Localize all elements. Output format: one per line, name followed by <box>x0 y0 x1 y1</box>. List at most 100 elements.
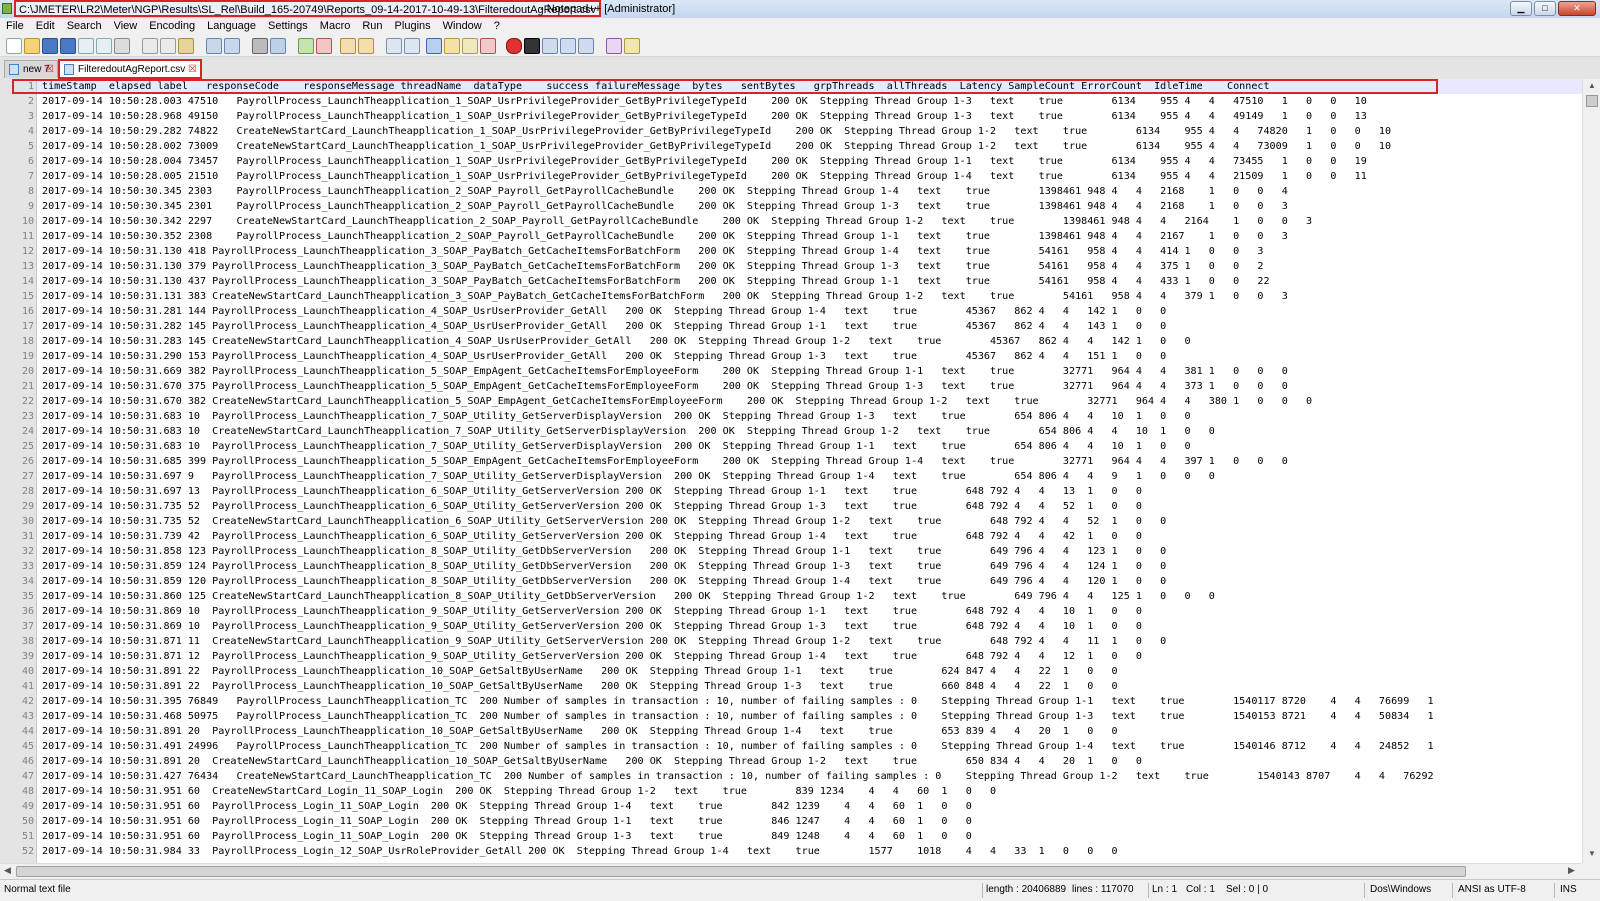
csv-data-line[interactable]: 2017-09-14 10:50:31.131 383 CreateNewSta… <box>42 289 1288 304</box>
csv-data-line[interactable]: 2017-09-14 10:50:31.130 379 PayrollProce… <box>42 259 1263 274</box>
csv-data-line[interactable]: 2017-09-14 10:50:31.869 10 PayrollProces… <box>42 604 1142 619</box>
menu-view[interactable]: View <box>108 18 144 34</box>
csv-data-line[interactable]: 2017-09-14 10:50:31.669 382 PayrollProce… <box>42 364 1288 379</box>
csv-data-line[interactable]: 2017-09-14 10:50:31.859 120 PayrollProce… <box>42 574 1166 589</box>
tab-close-icon[interactable]: ☒ <box>45 61 54 78</box>
menu-language[interactable]: Language <box>201 18 262 34</box>
csv-data-line[interactable]: 2017-09-14 10:50:30.342 2297 CreateNewSt… <box>42 214 1312 229</box>
new-file-icon[interactable] <box>6 38 22 54</box>
zoom-in-icon[interactable] <box>298 38 314 54</box>
csv-data-line[interactable]: 2017-09-14 10:50:31.951 60 PayrollProces… <box>42 799 972 814</box>
csv-data-line[interactable]: 2017-09-14 10:50:31.395 76849 PayrollPro… <box>42 694 1434 709</box>
csv-data-line[interactable]: 2017-09-14 10:50:31.984 33 PayrollProces… <box>42 844 1118 859</box>
csv-data-line[interactable]: 2017-09-14 10:50:31.282 145 PayrollProce… <box>42 319 1166 334</box>
sync-horizontal-icon[interactable] <box>358 38 374 54</box>
scroll-left-icon[interactable]: ◀ <box>4 865 11 876</box>
copy-icon[interactable] <box>160 38 176 54</box>
record-macro-icon[interactable] <box>506 38 522 54</box>
csv-data-line[interactable]: 2017-09-14 10:50:31.685 399 PayrollProce… <box>42 454 1288 469</box>
plugin-icon[interactable] <box>624 38 640 54</box>
print-icon[interactable] <box>114 38 130 54</box>
csv-data-line[interactable]: 2017-09-14 10:50:31.735 52 PayrollProces… <box>42 499 1142 514</box>
csv-data-line[interactable]: 2017-09-14 10:50:31.891 20 PayrollProces… <box>42 724 1118 739</box>
undo-icon[interactable] <box>206 38 222 54</box>
csv-data-line[interactable]: 2017-09-14 10:50:28.004 73457 PayrollPro… <box>42 154 1367 169</box>
maximize-button[interactable]: □ <box>1534 1 1556 16</box>
doc-map-icon[interactable] <box>462 38 478 54</box>
csv-data-line[interactable]: 2017-09-14 10:50:31.860 125 CreateNewSta… <box>42 589 1215 604</box>
csv-data-line[interactable]: 2017-09-14 10:50:31.683 10 CreateNewStar… <box>42 424 1215 439</box>
show-all-chars-icon[interactable] <box>404 38 420 54</box>
zoom-out-icon[interactable] <box>316 38 332 54</box>
csv-header-line[interactable]: timeStamp elapsed label responseCode res… <box>42 79 1270 94</box>
csv-data-line[interactable]: 2017-09-14 10:50:29.282 74822 CreateNewS… <box>42 124 1391 139</box>
vertical-scroll-thumb[interactable] <box>1586 95 1598 107</box>
function-list-icon[interactable] <box>480 38 496 54</box>
csv-data-line[interactable]: 2017-09-14 10:50:31.739 42 PayrollProces… <box>42 529 1142 544</box>
vertical-scrollbar[interactable]: ▲ ▼ <box>1582 79 1600 863</box>
run-macro-multiple-icon[interactable] <box>560 38 576 54</box>
menu-run[interactable]: Run <box>356 18 388 34</box>
csv-data-line[interactable]: 2017-09-14 10:50:31.683 10 PayrollProces… <box>42 439 1191 454</box>
save-macro-icon[interactable] <box>578 38 594 54</box>
word-wrap-icon[interactable] <box>386 38 402 54</box>
menu-encoding[interactable]: Encoding <box>143 18 201 34</box>
language-icon[interactable] <box>444 38 460 54</box>
csv-data-line[interactable]: 2017-09-14 10:50:28.005 21510 PayrollPro… <box>42 169 1367 184</box>
close-file-icon[interactable] <box>78 38 94 54</box>
menu-settings[interactable]: Settings <box>262 18 314 34</box>
menu-window[interactable]: Window <box>437 18 488 34</box>
horizontal-scroll-thumb[interactable] <box>16 866 1466 877</box>
csv-data-line[interactable]: 2017-09-14 10:50:28.002 73009 CreateNewS… <box>42 139 1391 154</box>
csv-data-line[interactable]: 2017-09-14 10:50:31.891 22 PayrollProces… <box>42 679 1118 694</box>
csv-data-line[interactable]: 2017-09-14 10:50:31.683 10 PayrollProces… <box>42 409 1191 424</box>
menu-edit[interactable]: Edit <box>30 18 61 34</box>
csv-data-line[interactable]: 2017-09-14 10:50:30.345 2303 PayrollProc… <box>42 184 1288 199</box>
stop-macro-icon[interactable] <box>524 38 540 54</box>
minimize-button[interactable]: ▁ <box>1510 1 1532 16</box>
csv-data-line[interactable]: 2017-09-14 10:50:31.951 60 PayrollProces… <box>42 814 972 829</box>
close-button[interactable]: ✕ <box>1558 1 1596 16</box>
csv-data-line[interactable]: 2017-09-14 10:50:31.130 437 PayrollProce… <box>42 274 1270 289</box>
menu-macro[interactable]: Macro <box>314 18 357 34</box>
scroll-right-icon[interactable]: ▶ <box>1568 865 1575 876</box>
csv-data-line[interactable]: 2017-09-14 10:50:30.345 2301 PayrollProc… <box>42 199 1288 214</box>
menu-plugins[interactable]: Plugins <box>389 18 437 34</box>
sync-vertical-icon[interactable] <box>340 38 356 54</box>
csv-data-line[interactable]: 2017-09-14 10:50:31.891 20 CreateNewStar… <box>42 754 1142 769</box>
csv-data-line[interactable]: 2017-09-14 10:50:31.427 76434 CreateNewS… <box>42 769 1434 784</box>
save-icon[interactable] <box>42 38 58 54</box>
csv-data-line[interactable]: 2017-09-14 10:50:31.697 13 PayrollProces… <box>42 484 1142 499</box>
scroll-down-icon[interactable]: ▼ <box>1586 849 1598 861</box>
csv-data-line[interactable]: 2017-09-14 10:50:30.352 2308 PayrollProc… <box>42 229 1288 244</box>
spell-check-icon[interactable] <box>606 38 622 54</box>
csv-data-line[interactable]: 2017-09-14 10:50:28.968 49150 PayrollPro… <box>42 109 1367 124</box>
csv-data-line[interactable]: 2017-09-14 10:50:31.670 382 CreateNewSta… <box>42 394 1312 409</box>
scroll-up-icon[interactable]: ▲ <box>1586 81 1598 93</box>
csv-data-line[interactable]: 2017-09-14 10:50:31.859 124 PayrollProce… <box>42 559 1166 574</box>
redo-icon[interactable] <box>224 38 240 54</box>
tab-new-7[interactable]: new 7 ☒ <box>4 60 58 78</box>
indent-guide-icon[interactable] <box>426 38 442 54</box>
csv-data-line[interactable]: 2017-09-14 10:50:31.468 50975 PayrollPro… <box>42 709 1434 724</box>
open-file-icon[interactable] <box>24 38 40 54</box>
csv-data-line[interactable]: 2017-09-14 10:50:31.951 60 CreateNewStar… <box>42 784 996 799</box>
menu-help[interactable]: ? <box>488 18 506 34</box>
csv-data-line[interactable]: 2017-09-14 10:50:31.871 12 PayrollProces… <box>42 649 1142 664</box>
csv-data-line[interactable]: 2017-09-14 10:50:31.735 52 CreateNewStar… <box>42 514 1166 529</box>
menu-search[interactable]: Search <box>61 18 108 34</box>
save-all-icon[interactable] <box>60 38 76 54</box>
replace-icon[interactable] <box>270 38 286 54</box>
close-all-icon[interactable] <box>96 38 112 54</box>
csv-data-line[interactable]: 2017-09-14 10:50:31.290 153 PayrollProce… <box>42 349 1166 364</box>
find-icon[interactable] <box>252 38 268 54</box>
csv-data-line[interactable]: 2017-09-14 10:50:28.003 47510 PayrollPro… <box>42 94 1367 109</box>
csv-data-line[interactable]: 2017-09-14 10:50:31.891 22 PayrollProces… <box>42 664 1118 679</box>
tab-close-icon[interactable]: ☒ <box>188 61 197 78</box>
play-macro-icon[interactable] <box>542 38 558 54</box>
cut-icon[interactable] <box>142 38 158 54</box>
csv-data-line[interactable]: 2017-09-14 10:50:31.670 375 PayrollProce… <box>42 379 1288 394</box>
editor-area[interactable]: 1 timeStamp elapsed label responseCode re… <box>0 79 1582 863</box>
csv-data-line[interactable]: 2017-09-14 10:50:31.281 144 PayrollProce… <box>42 304 1166 319</box>
tab-filteredout-ag-report[interactable]: FilteredoutAgReport.csv ☒ <box>58 59 202 79</box>
